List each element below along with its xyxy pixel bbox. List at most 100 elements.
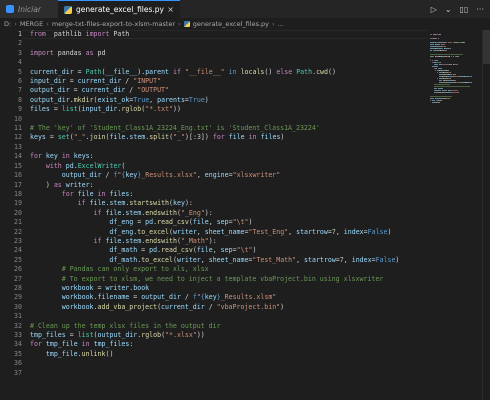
code-line[interactable]: output_dir = current_dir / "OUTPUT" [30,86,428,95]
code-token: stem [129,133,146,142]
code-token: import [30,48,54,57]
code-line[interactable]: workbook = writer.book [30,284,428,293]
code-line[interactable]: # The 'key' of 'Student_Class1A_23224_En… [30,124,428,133]
code-line[interactable]: files = list(input_dir.rglob("*.txt")) [30,105,428,114]
code-token: tmp_files [30,331,66,339]
breadcrumb-item[interactable]: MERGE [20,20,43,28]
line-number-gutter: 1 2 3 4 5 6 7 8 9 10 11 12 13 14 15 16 17 18 19 20 21 22 23 24 2… [0,30,22,378]
code-token: rglob [141,331,162,339]
code-line[interactable] [30,369,428,378]
code-token: __file__ [105,67,138,76]
code-token: file [105,208,122,217]
line-number: 33 [14,331,22,339]
code-line[interactable] [30,115,428,124]
split-editor-icon[interactable]: ▯▯ [460,5,469,14]
code-line[interactable]: df_math = pd.read_csv(file, sep="\t") [30,246,428,255]
code-token: ( [121,161,126,170]
code-line[interactable]: df_eng.to_excel(writer, sheet_name="Test… [30,228,428,237]
more-actions-icon[interactable]: ··· [476,5,484,14]
code-line[interactable]: if file.stem.endswith("_Eng"): [30,209,428,218]
chevron-right-icon: › [272,20,275,28]
code-line[interactable]: for file in files: [30,190,428,199]
vertical-scrollbar[interactable] [482,30,490,400]
code-line[interactable]: if file.stem.endswith("_Math"): [30,237,428,246]
code-line[interactable]: workbook.filename = output_dir / f"{key}… [30,293,428,302]
code-token: , [288,227,297,236]
code-line[interactable]: df_eng = pd.read_csv(file, sep="\t") [30,218,428,227]
minimap[interactable] [430,30,482,400]
code-token: to_excel [137,227,169,236]
code-editor[interactable]: 1 2 3 4 5 6 7 8 9 10 11 12 13 14 15 16 17 18 19 20 21 22 23 24 2… [0,30,490,400]
code-token: output_dir [30,86,70,95]
code-token: = [137,246,150,255]
code-line[interactable]: tmp_files = list(output_dir.rglob("*.xls… [30,331,428,340]
scrollbar-thumb[interactable] [483,30,490,64]
code-line[interactable]: # Pandas can only export to xls, xlsx [30,265,428,274]
code-token: startrow [296,227,328,236]
code-token: "Test_Math" [252,255,297,264]
code-line[interactable]: output_dir.mkdir(exist_ok=True, parents=… [30,96,428,105]
code-line[interactable] [30,39,428,48]
line-number: 20 [14,208,22,217]
tab-iniciar[interactable]: Iniciar [0,0,58,18]
code-line[interactable]: tmp_file.unlink() [30,350,428,359]
code-token: # Clean up the temp xlsx files in the ou… [30,321,221,330]
code-token: workbook [61,293,94,302]
code-line[interactable] [30,312,428,321]
code-line[interactable]: import pandas as pd [30,49,428,58]
code-token: parent [145,67,170,76]
code-line[interactable]: df_math.to_excel(writer, sheet_name="Tes… [30,256,428,265]
code-token: , [208,218,217,227]
code-line[interactable]: for key in keys: [30,152,428,161]
code-line[interactable]: for tmp_file in tmp_files: [30,340,428,349]
code-token: , [296,255,305,264]
breadcrumb: D: › MERGE › merge-txt-files-export-to-x… [0,18,490,30]
breadcrumb-item[interactable]: merge-txt-files-export-to-xlsm-master [52,20,175,28]
code-line[interactable] [30,58,428,67]
code-line[interactable]: input_dir = current_dir / "INPUT" [30,77,428,86]
editor-tab-bar: Iniciar generate_excel_files.py × ▷ ⌄ ▯▯… [0,0,490,18]
run-icon[interactable]: ▷ [431,5,437,14]
code-token: "xlsxwriter" [232,171,281,180]
line-number: 29 [14,293,22,302]
code-token: as [85,48,94,57]
code-token: for [212,133,225,142]
code-token: ) [30,180,54,189]
code-line[interactable] [30,143,428,152]
line-number: 9 [18,105,22,114]
code-line[interactable]: # Clean up the temp xlsx files in the ou… [30,322,428,331]
chevron-down-icon[interactable]: ⌄ [445,5,452,14]
code-token: file [196,246,213,255]
code-token: "*.xlsx" [165,331,197,339]
code-token: index [343,227,364,236]
code-line[interactable]: ) as writer: [30,181,428,190]
code-token: output_dir [141,293,181,302]
close-icon[interactable]: × [167,5,174,14]
code-token: False [367,227,388,236]
code-token: current_dir [30,67,74,76]
code-token: / [125,86,138,95]
code-line[interactable]: with pd.ExcelWriter( [30,162,428,171]
line-number: 34 [14,340,22,349]
code-token: ) [204,95,209,104]
code-line[interactable]: # To export to xlsm, we need to inject a… [30,275,428,284]
code-token: True [133,95,150,104]
code-line[interactable]: keys = set("_".join(file.stem.split("_")… [30,133,428,142]
code-line[interactable]: current_dir = Path(__file__).parent if "… [30,68,428,77]
code-area[interactable]: from pathlib import Path import pandas as… [30,30,428,378]
breadcrumb-item[interactable]: generate_excel_files.py [193,20,269,28]
code-line[interactable]: workbook.add_vba_project(current_dir / "… [30,303,428,312]
code-line[interactable]: if file.stem.startswith(key): [30,199,428,208]
breadcrumb-item[interactable]: ... [278,20,284,28]
code-token: file [109,133,126,142]
code-token: ). [137,67,146,76]
tab-generate-excel-files[interactable]: generate_excel_files.py × [58,0,180,18]
code-line[interactable] [30,359,428,368]
breadcrumb-item[interactable]: D: [4,20,11,28]
code-token: = [65,77,78,86]
code-line[interactable]: output_dir / f"{key}_Results.xlsx", engi… [30,171,428,180]
code-token: , [149,95,158,104]
code-line[interactable]: from pathlib import Path [30,30,428,39]
